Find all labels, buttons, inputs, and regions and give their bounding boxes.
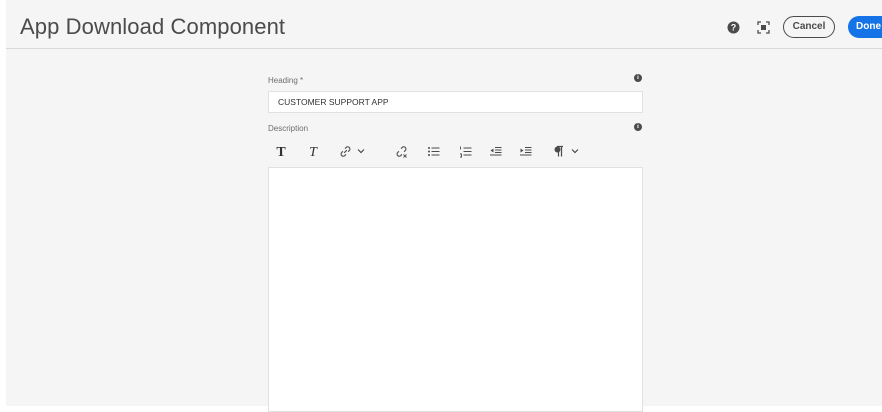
paragraph-dropdown-icon[interactable] [570,141,580,161]
indent-icon[interactable] [518,141,532,161]
help-icon[interactable]: ? [726,20,740,34]
heading-label: Heading * [268,76,304,85]
paragraph-icon[interactable] [552,141,564,161]
dialog-panel: App Download Component ? Cancel Done Hea… [6,0,882,412]
fullscreen-icon[interactable] [756,20,770,34]
rich-text-toolbar: T T [268,141,643,163]
heading-input[interactable]: CUSTOMER SUPPORT APP [268,91,643,113]
bullet-list-icon[interactable] [426,141,440,161]
description-info-icon[interactable]: i [634,123,642,131]
link-icon[interactable] [338,141,352,161]
link-dropdown-icon[interactable] [356,141,366,161]
description-editor[interactable] [268,167,643,412]
svg-text:T: T [309,145,318,158]
svg-text:?: ? [730,22,736,32]
heading-info-icon[interactable]: i [634,74,642,82]
cancel-button[interactable]: Cancel [783,16,835,38]
italic-icon[interactable]: T [306,141,320,161]
dialog-title: App Download Component [20,14,286,39]
dialog-header: App Download Component ? Cancel Done [6,0,882,49]
outdent-icon[interactable] [488,141,502,161]
svg-text:T: T [276,145,286,158]
bold-icon[interactable]: T [274,141,288,161]
description-label: Description [268,124,309,133]
done-button[interactable]: Done [848,16,882,38]
unlink-icon[interactable] [394,141,408,161]
numbered-list-icon[interactable] [458,141,472,161]
